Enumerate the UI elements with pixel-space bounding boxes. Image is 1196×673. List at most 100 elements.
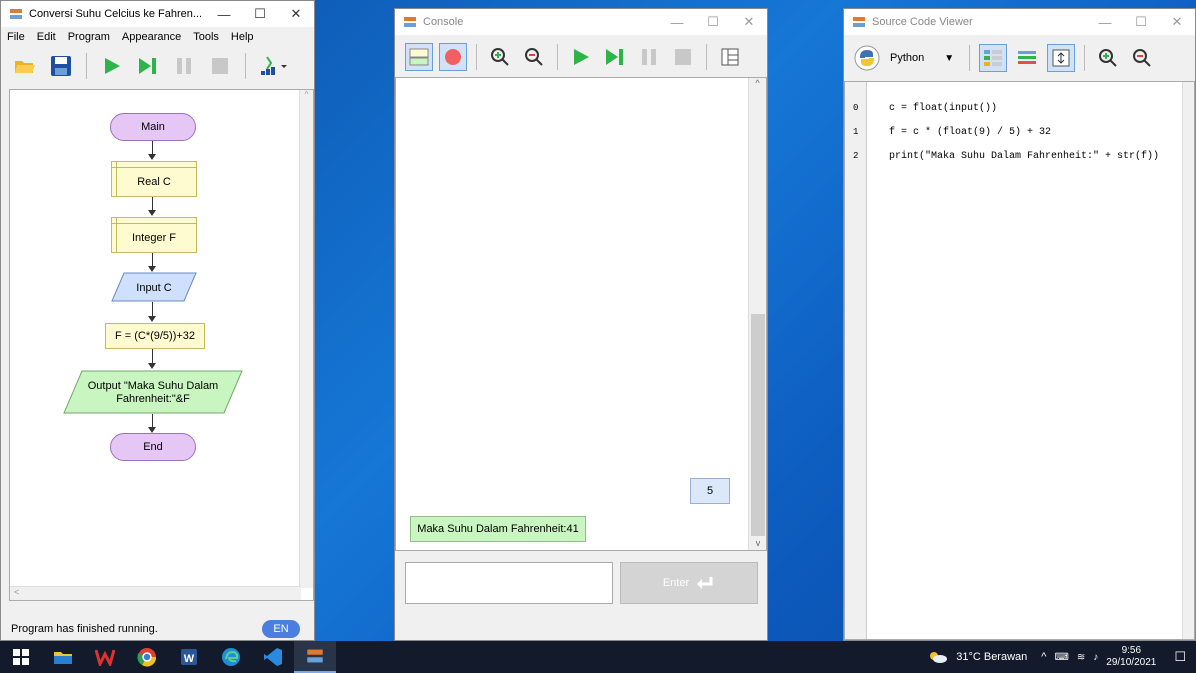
toolbar-separator — [86, 53, 87, 79]
scroll-thumb[interactable] — [751, 314, 765, 536]
chat-mode-button[interactable] — [405, 43, 433, 71]
windows-logo-icon — [13, 649, 29, 665]
connector-line — [152, 302, 153, 317]
connector-line — [152, 141, 153, 155]
minimize-button[interactable]: — — [206, 1, 242, 27]
console-input-field[interactable] — [405, 562, 613, 604]
highlight-lines-icon — [1018, 51, 1037, 64]
pause-button[interactable] — [635, 43, 663, 71]
pause-button[interactable] — [170, 52, 198, 80]
status-bar: Program has finished running. EN — [1, 616, 314, 640]
svg-text:W: W — [184, 653, 195, 665]
speed-icon — [261, 56, 287, 75]
layout-button[interactable] — [716, 43, 744, 71]
menu-tools[interactable]: Tools — [193, 31, 219, 43]
fit-button[interactable] — [1047, 44, 1076, 72]
chat-bubble-icon — [409, 48, 429, 66]
horizontal-scrollbar[interactable]: < — [10, 586, 301, 600]
close-button[interactable]: ✕ — [731, 9, 767, 35]
console-output-area[interactable]: 5 Maka Suhu Dalam Fahrenheit:41 ^ v — [395, 77, 767, 551]
taskbar-vscode[interactable] — [252, 641, 294, 673]
vertical-scrollbar[interactable] — [1182, 82, 1194, 639]
maximize-button[interactable]: ☐ — [1123, 9, 1159, 35]
flowgorithm-icon — [10, 9, 22, 19]
connector-arrow — [148, 316, 156, 322]
window-title: Source Code Viewer — [872, 16, 973, 28]
taskbar-wps[interactable] — [84, 641, 126, 673]
minimize-button[interactable]: — — [659, 9, 695, 35]
flowgorithm-icon — [404, 17, 416, 27]
zoom-out-button[interactable] — [1128, 44, 1156, 72]
source-titlebar[interactable]: Source Code Viewer — ☐ ✕ — [844, 9, 1195, 35]
taskbar-word[interactable]: W — [168, 641, 210, 673]
menu-appearance[interactable]: Appearance — [122, 31, 181, 43]
close-button[interactable]: ✕ — [1159, 9, 1195, 35]
weather-text[interactable]: 31°C Berawan — [956, 651, 1027, 663]
start-button[interactable] — [0, 641, 42, 673]
flowchart-declare-node[interactable]: Real C — [111, 161, 197, 197]
keyboard-icon[interactable]: ⌨ — [1054, 652, 1068, 663]
code-line: 2 print("Maka Suhu Dalam Fahrenheit:" + … — [845, 144, 1194, 168]
scroll-up-arrow[interactable]: ^ — [300, 90, 313, 99]
flowchart-end-node[interactable]: End — [110, 433, 196, 461]
flowchart-titlebar[interactable]: Conversi Suhu Celcius ke Fahren... — ☐ ✕ — [1, 1, 314, 27]
vertical-scrollbar[interactable]: ^ v — [748, 78, 766, 550]
node-label: Input C — [136, 282, 172, 294]
taskbar-file-explorer[interactable] — [42, 641, 84, 673]
stop-button[interactable] — [669, 43, 697, 71]
taskbar-chrome[interactable] — [126, 641, 168, 673]
notifications-icon[interactable]: ☐ — [1174, 649, 1186, 665]
stop-button[interactable] — [206, 52, 234, 80]
language-select[interactable]: Python ▼ — [854, 43, 960, 73]
menu-program[interactable]: Program — [68, 31, 110, 43]
scroll-down-arrow[interactable]: v — [749, 538, 767, 548]
taskbar-edge[interactable] — [210, 641, 252, 673]
clock[interactable]: 9:56 29/10/2021 — [1106, 645, 1156, 669]
open-button[interactable] — [11, 52, 39, 80]
zoom-in-button[interactable] — [486, 43, 514, 71]
line-numbers-button[interactable] — [979, 44, 1008, 72]
flowchart-canvas[interactable]: Main Real C Integer F Input C F = (C*(9/… — [9, 89, 314, 601]
play-icon — [574, 49, 589, 65]
flowchart-assign-node[interactable]: F = (C*(9/5))+32 — [105, 323, 205, 349]
save-button[interactable] — [47, 52, 75, 80]
clock-time: 9:56 — [1121, 645, 1142, 656]
code-line: 1 f = c * (float(9) / 5) + 32 — [845, 120, 1194, 144]
zoom-in-button[interactable] — [1094, 44, 1122, 72]
taskbar-flowgorithm[interactable] — [294, 641, 336, 673]
scroll-up-arrow[interactable]: ^ — [749, 78, 766, 88]
flowchart-declare-node[interactable]: Integer F — [111, 217, 197, 253]
wifi-icon[interactable]: ≋ — [1077, 652, 1085, 663]
run-button[interactable] — [98, 52, 126, 80]
volume-icon[interactable]: ♪ — [1093, 652, 1098, 663]
node-label: Main — [141, 121, 165, 133]
speed-dropdown[interactable] — [257, 52, 291, 80]
enter-button[interactable]: Enter — [620, 562, 758, 604]
menu-file[interactable]: File — [7, 31, 25, 43]
maximize-button[interactable]: ☐ — [242, 1, 278, 27]
zoom-out-button[interactable] — [520, 43, 548, 71]
console-titlebar[interactable]: Console — ☐ ✕ — [395, 9, 767, 35]
step-button[interactable] — [134, 52, 162, 80]
menu-help[interactable]: Help — [231, 31, 254, 43]
text-mode-button[interactable] — [439, 43, 467, 71]
highlight-button[interactable] — [1013, 44, 1041, 72]
close-button[interactable]: ✕ — [278, 1, 314, 27]
source-code-area[interactable]: 0 c = float(input()) 1 f = c * (float(9)… — [844, 81, 1195, 640]
flowchart-input-node[interactable]: Input C — [110, 272, 198, 302]
minimize-button[interactable]: — — [1087, 9, 1123, 35]
flowchart-main-node[interactable]: Main — [110, 113, 196, 141]
code-text: f = c * (float(9) / 5) + 32 — [889, 126, 1052, 138]
run-button[interactable] — [567, 43, 595, 71]
menu-bar: File Edit Program Appearance Tools Help — [1, 27, 314, 47]
chevron-up-icon[interactable]: ^ — [1041, 651, 1046, 663]
maximize-button[interactable]: ☐ — [695, 9, 731, 35]
language-badge[interactable]: EN — [262, 620, 300, 638]
edge-icon — [222, 648, 240, 666]
flowchart-toolbar — [1, 47, 314, 85]
menu-edit[interactable]: Edit — [37, 31, 56, 43]
flowchart-output-node[interactable]: Output "Maka Suhu Dalam Fahrenheit:"&F — [62, 370, 244, 414]
enter-label: Enter — [662, 577, 690, 589]
vertical-scrollbar[interactable]: ^ — [299, 90, 313, 588]
step-button[interactable] — [601, 43, 629, 71]
